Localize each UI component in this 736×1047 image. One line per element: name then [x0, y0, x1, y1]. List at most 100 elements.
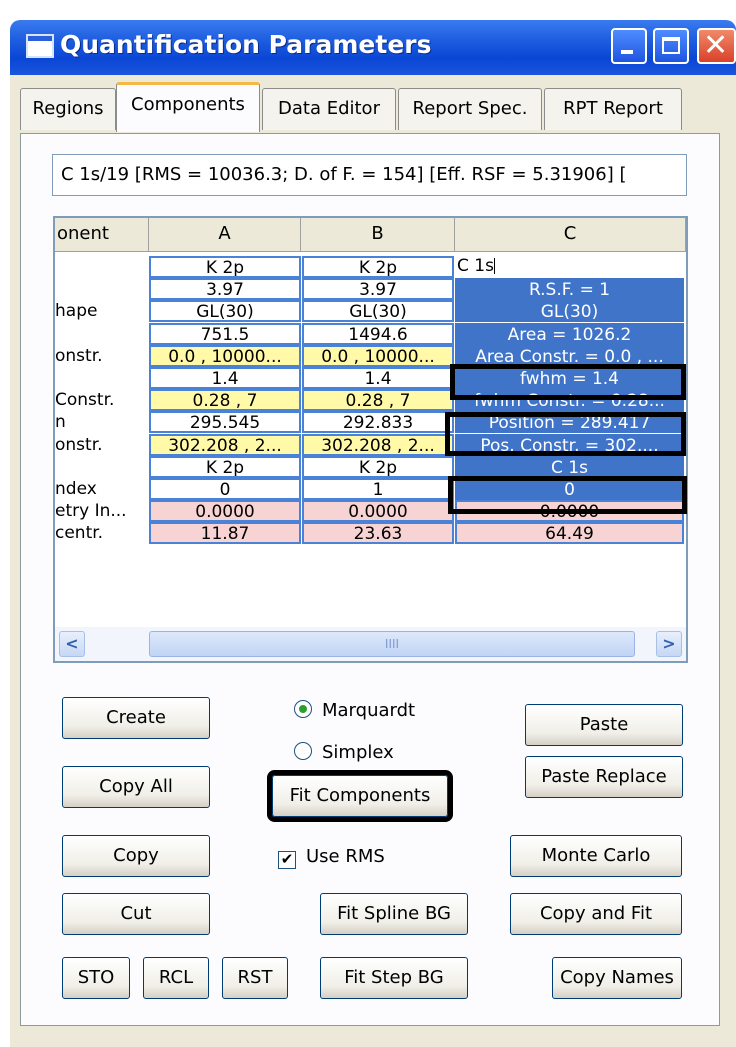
- cell-c[interactable]: Area = 1026.2: [455, 323, 684, 345]
- sto-button[interactable]: STO: [62, 957, 130, 999]
- column-header-component[interactable]: onent: [55, 218, 149, 252]
- row-label: Constr.: [55, 390, 115, 410]
- cell-c[interactable]: 64.49: [455, 522, 684, 544]
- cell-b[interactable]: K 2p: [302, 256, 454, 278]
- horizontal-scrollbar[interactable]: < IIII >: [55, 627, 686, 661]
- cell-c[interactable]: 0.0000: [455, 500, 684, 522]
- cell-a[interactable]: 0.0 , 10000...: [149, 345, 301, 367]
- cell-b[interactable]: 3.97: [302, 278, 454, 300]
- cell-c[interactable]: 0: [455, 478, 684, 500]
- row-label: [55, 256, 148, 278]
- tab-report-spec[interactable]: Report Spec.: [398, 88, 542, 130]
- tab-components[interactable]: Components: [116, 82, 260, 132]
- row-label: [55, 367, 148, 389]
- row-label: hape: [55, 301, 98, 321]
- cell-a[interactable]: 1.4: [149, 367, 301, 389]
- cell-a[interactable]: K 2p: [149, 456, 301, 478]
- use-rms-checkbox[interactable]: ✔ Use RMS: [278, 846, 385, 869]
- rst-button[interactable]: RST: [222, 957, 288, 999]
- copy-and-fit-button[interactable]: Copy and Fit: [510, 893, 682, 935]
- column-header-b[interactable]: B: [301, 218, 455, 252]
- radio-unselected-icon: [294, 742, 312, 760]
- cell-c[interactable]: R.S.F. = 1: [455, 278, 684, 300]
- copy-names-button[interactable]: Copy Names: [552, 957, 682, 999]
- monte-carlo-button[interactable]: Monte Carlo: [510, 835, 682, 877]
- minimize-button[interactable]: [611, 28, 647, 64]
- minimize-icon: [621, 50, 633, 54]
- row-label: onstr.: [55, 435, 103, 455]
- cell-b[interactable]: K 2p: [302, 456, 454, 478]
- fit-components-button[interactable]: Fit Components: [272, 775, 448, 817]
- column-header-a[interactable]: A: [149, 218, 301, 252]
- cell-c[interactable]: Area Constr. = 0.0 , ...: [455, 345, 684, 367]
- tab-data-editor[interactable]: Data Editor: [262, 88, 396, 130]
- maximize-icon: [662, 37, 680, 54]
- quantification-window: Quantification Parameters ✕ Regions Comp…: [0, 0, 736, 1047]
- paste-button[interactable]: Paste: [525, 704, 683, 746]
- cell-a[interactable]: K 2p: [149, 256, 301, 278]
- row-label: ndex: [55, 479, 97, 499]
- row-label: etry In...: [55, 501, 127, 521]
- cut-button[interactable]: Cut: [62, 893, 210, 935]
- title-bar[interactable]: Quantification Parameters ✕: [0, 0, 736, 75]
- cell-b[interactable]: GL(30): [302, 300, 454, 322]
- cell-b[interactable]: 1494.6: [302, 323, 454, 345]
- row-label: [55, 278, 148, 300]
- row-label: [55, 323, 148, 345]
- cell-a[interactable]: 751.5: [149, 323, 301, 345]
- tab-rpt-report[interactable]: RPT Report: [544, 88, 682, 130]
- cell-b[interactable]: 0.28 , 7: [302, 389, 454, 411]
- paste-replace-button[interactable]: Paste Replace: [525, 756, 683, 798]
- marquardt-radio[interactable]: Marquardt: [294, 700, 415, 721]
- window-title: Quantification Parameters: [60, 30, 432, 59]
- row-label: centr.: [55, 523, 104, 543]
- cell-b[interactable]: 0.0 , 10000...: [302, 345, 454, 367]
- maximize-button[interactable]: [653, 28, 689, 64]
- scroll-right-icon[interactable]: >: [656, 631, 682, 657]
- close-button[interactable]: ✕: [697, 28, 736, 64]
- radio-selected-icon: [294, 700, 312, 718]
- cell-b[interactable]: 1.4: [302, 367, 454, 389]
- row-label: n: [55, 412, 66, 432]
- simplex-label: Simplex: [322, 742, 394, 763]
- cell-b[interactable]: 23.63: [302, 522, 454, 544]
- tab-regions[interactable]: Regions: [20, 88, 116, 130]
- cell-c[interactable]: fwhm Constr. = 0.28...: [455, 389, 684, 411]
- cell-c[interactable]: Pos. Constr. = 302....: [455, 434, 684, 456]
- components-grid[interactable]: onent A B C K 2p K 2p C 1s 3.97 3.97 R.S.F. =…: [53, 216, 688, 663]
- cell-c[interactable]: GL(30): [455, 300, 684, 322]
- scroll-thumb[interactable]: IIII: [149, 631, 635, 657]
- cell-c[interactable]: C 1s: [455, 256, 684, 278]
- cell-a[interactable]: 0: [149, 478, 301, 500]
- cell-a[interactable]: 11.87: [149, 522, 301, 544]
- rcl-button[interactable]: RCL: [143, 957, 209, 999]
- cell-a[interactable]: 302.208 , 2...: [149, 434, 301, 456]
- window-icon: [26, 34, 54, 58]
- fit-spline-bg-button[interactable]: Fit Spline BG: [320, 893, 468, 935]
- cell-a[interactable]: 295.545: [149, 411, 301, 433]
- component-summary-field[interactable]: C 1s/19 [RMS = 10036.3; D. of F. = 154] …: [52, 154, 687, 196]
- cell-a[interactable]: 0.0000: [149, 500, 301, 522]
- column-header-c[interactable]: C: [455, 218, 686, 252]
- marquardt-label: Marquardt: [322, 700, 416, 721]
- simplex-radio[interactable]: Simplex: [294, 742, 394, 763]
- cell-b[interactable]: 1: [302, 478, 454, 500]
- grid-header: onent A B C: [55, 218, 686, 252]
- row-label: onstr.: [55, 346, 103, 366]
- use-rms-label: Use RMS: [306, 846, 385, 867]
- copy-button[interactable]: Copy: [62, 835, 210, 877]
- cell-a[interactable]: 3.97: [149, 278, 301, 300]
- cell-c[interactable]: C 1s: [455, 456, 684, 478]
- scroll-left-icon[interactable]: <: [59, 631, 85, 657]
- close-icon: ✕: [703, 28, 729, 63]
- cell-c[interactable]: Position = 289.417: [455, 411, 684, 433]
- cell-a[interactable]: 0.28 , 7: [149, 389, 301, 411]
- cell-b[interactable]: 0.0000: [302, 500, 454, 522]
- cell-b[interactable]: 292.833: [302, 411, 454, 433]
- cell-a[interactable]: GL(30): [149, 300, 301, 322]
- cell-c[interactable]: fwhm = 1.4: [455, 367, 684, 389]
- create-button[interactable]: Create: [62, 697, 210, 739]
- cell-b[interactable]: 302.208 , 2...: [302, 434, 454, 456]
- copy-all-button[interactable]: Copy All: [62, 766, 210, 808]
- fit-step-bg-button[interactable]: Fit Step BG: [320, 957, 468, 999]
